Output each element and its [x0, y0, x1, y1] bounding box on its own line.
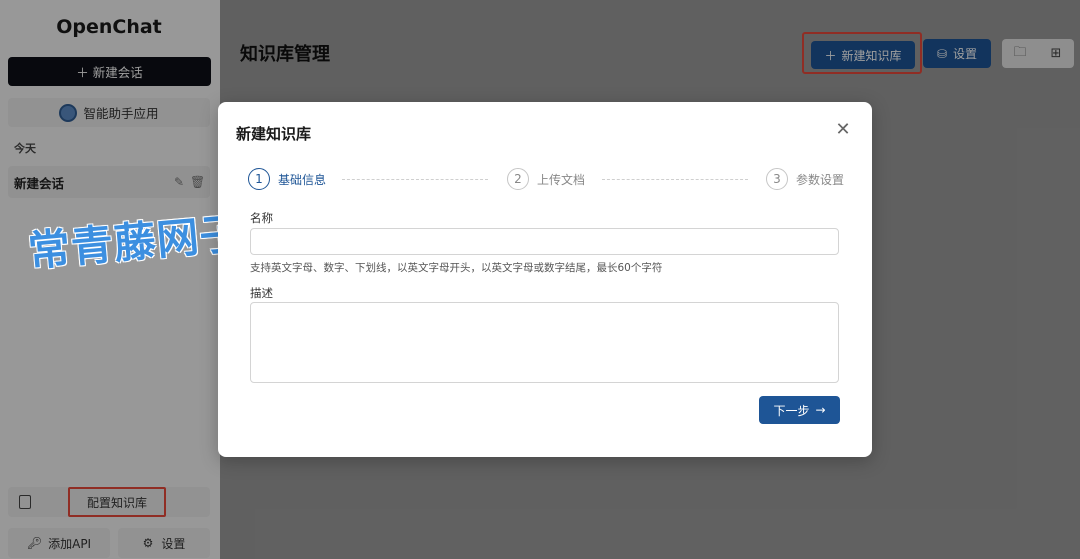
step-label: 参数设置 [796, 172, 845, 187]
step-number: 3 [766, 168, 788, 190]
step-label: 上传文档 [537, 172, 586, 187]
step-number: 2 [507, 168, 529, 190]
description-input[interactable] [250, 302, 839, 383]
step-upload-docs: 2 上传文档 [507, 168, 585, 190]
close-icon[interactable]: ✕ [834, 121, 852, 139]
name-hint: 支持英文字母、数字、下划线，以英文字母开头，以英文字母或数字结尾，最长60个字符 [250, 262, 663, 274]
arrow-right-icon: → [815, 403, 826, 417]
step-number: 1 [248, 168, 270, 190]
dialog-title: 新建知识库 [236, 125, 312, 143]
step-connector [342, 179, 488, 180]
step-basic-info: 1 基础信息 [248, 168, 326, 190]
name-label: 名称 [250, 211, 273, 225]
step-label: 基础信息 [278, 172, 327, 187]
new-kb-dialog: 新建知识库 ✕ 1 基础信息 2 上传文档 3 参数设置 名称 支持英文字母、数… [218, 102, 872, 457]
next-label: 下一步 [773, 403, 810, 418]
step-params: 3 参数设置 [766, 168, 844, 190]
next-step-button[interactable]: 下一步 → [759, 396, 840, 424]
step-connector [602, 179, 748, 180]
name-input[interactable] [250, 228, 839, 255]
description-label: 描述 [250, 286, 273, 300]
